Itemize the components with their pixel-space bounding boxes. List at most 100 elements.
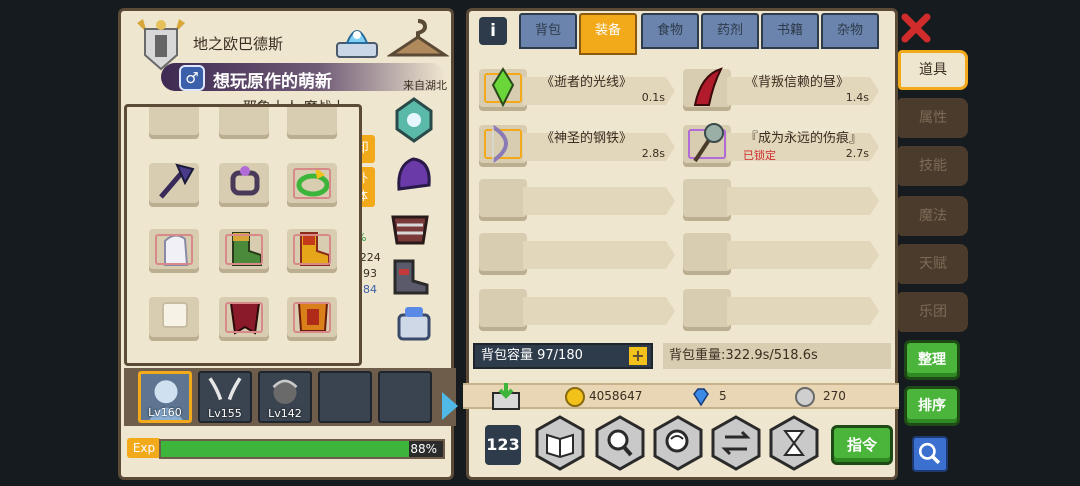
equip-slot-ring[interactable] [219, 163, 269, 207]
empty-item-slot[interactable] [479, 179, 675, 221]
silver-coin-icon [795, 387, 815, 407]
empty-item-slot[interactable] [683, 289, 879, 331]
equip-slot-cape[interactable] [219, 297, 269, 341]
empty-item-slot[interactable] [479, 233, 675, 275]
equip-slot[interactable] [219, 107, 269, 139]
item-bar [727, 297, 879, 325]
tab-potion[interactable]: 药剂 [701, 13, 759, 49]
equip-slot-glove[interactable] [149, 229, 199, 273]
red-claw-icon [687, 65, 727, 109]
item-frame [479, 289, 527, 331]
equip-slot-axe[interactable] [149, 163, 199, 207]
accessory-slot[interactable] [391, 301, 437, 349]
exp-label: Exp [127, 438, 161, 458]
party-member-level: Lv160 [148, 406, 182, 419]
equip-slot-gold-boot[interactable] [287, 229, 337, 273]
side-tab-items[interactable]: 道具 [898, 50, 968, 90]
item-locked-label: 已锁定 [743, 149, 776, 162]
side-tab-band[interactable]: 乐团 [898, 292, 968, 332]
player-name: 想玩原作的萌新 [213, 72, 332, 92]
empty-item-slot[interactable] [683, 179, 879, 221]
inventory-item[interactable]: 《神圣的钢铁》 2.8s [479, 125, 675, 167]
party-members-row: Lv160 Lv155 Lv142 [124, 368, 458, 426]
item-weight: 2.7s [845, 147, 869, 160]
diamond-amount: 5 [719, 389, 727, 403]
side-tab-attributes[interactable]: 属性 [898, 98, 968, 138]
command-button[interactable]: 指令 [831, 425, 893, 465]
equipment-grid-popup [124, 104, 362, 366]
search-item-icon[interactable] [595, 415, 645, 471]
search-alt-icon[interactable] [653, 415, 703, 471]
amulet-slot[interactable] [391, 95, 437, 143]
inventory-panel: i 背包 装备 食物 药剂 书籍 杂物 《逝者的光线》 0.1s 《背叛信赖的昼… [463, 8, 899, 480]
shop-cart-icon[interactable] [489, 381, 523, 413]
tab-misc[interactable]: 杂物 [821, 13, 879, 49]
armor-slot[interactable] [387, 203, 433, 251]
item-weight: 1.4s [845, 91, 869, 104]
item-bar [727, 187, 879, 215]
dark-axe-icon [155, 159, 195, 203]
item-name: 《神圣的钢铁》 [541, 131, 633, 146]
sort-number-button[interactable]: 123 [485, 425, 521, 465]
diamond-icon [691, 387, 711, 407]
gold-coin-icon [565, 387, 585, 407]
party-member-slot-empty[interactable] [378, 371, 432, 423]
party-next-arrow-icon[interactable] [442, 392, 458, 420]
empty-item-slot[interactable] [479, 289, 675, 331]
gold-chest-armor-icon [293, 293, 333, 337]
tab-backpack[interactable]: 背包 [519, 13, 577, 49]
item-weight: 0.1s [641, 91, 665, 104]
info-icon[interactable]: i [479, 17, 507, 45]
character-panel: 地之欧巴德斯 ♂ 想玩原作的萌新 来自湖北 耶鲁士人 魔战士 卸 外 体 度 7… [118, 8, 458, 480]
equip-slot-chest[interactable] [287, 297, 337, 341]
party-member-slot[interactable]: Lv160 [138, 371, 192, 423]
book-icon[interactable] [535, 415, 585, 471]
expand-capacity-button[interactable]: + [629, 347, 647, 365]
party-member-slot[interactable]: Lv155 [198, 371, 252, 423]
hourglass-icon[interactable] [769, 415, 819, 471]
exp-percent: 88% [410, 442, 437, 456]
inventory-item[interactable]: 《背叛信赖的昼》 1.4s [683, 67, 879, 111]
tab-book[interactable]: 书籍 [761, 13, 819, 49]
side-tab-magic[interactable]: 魔法 [898, 196, 968, 236]
party-member-slot-empty[interactable] [318, 371, 372, 423]
equip-slot-empty[interactable] [149, 297, 199, 341]
empty-boots-placeholder-icon [155, 293, 195, 337]
equip-slot[interactable] [149, 107, 199, 139]
arrange-button[interactable]: 整理 [904, 340, 960, 380]
search-icon[interactable] [912, 436, 948, 472]
wardrobe-hanger-icon[interactable] [386, 17, 450, 61]
item-bar [727, 241, 879, 269]
item-frame [683, 289, 731, 331]
sort-button[interactable]: 排序 [904, 386, 960, 426]
bag-capacity-text: 背包容量 97/180 [481, 348, 583, 363]
swap-icon[interactable] [711, 415, 761, 471]
item-frame [683, 233, 731, 275]
party-member-slot[interactable]: Lv142 [258, 371, 312, 423]
side-tab-talent[interactable]: 天赋 [898, 244, 968, 284]
white-glove-icon [155, 225, 195, 269]
inventory-item[interactable]: 『成为永远的伤痕』 已锁定 2.7s [683, 123, 879, 167]
tab-equipment[interactable]: 装备 [579, 13, 637, 55]
item-name: 《背叛信赖的昼》 [745, 75, 850, 90]
party-member-level: Lv142 [268, 407, 302, 420]
tab-food[interactable]: 食物 [641, 13, 699, 49]
mace-icon [687, 121, 727, 165]
equip-slot-boot[interactable] [219, 229, 269, 273]
close-icon[interactable] [900, 12, 932, 44]
item-weight: 2.8s [641, 147, 665, 160]
green-ring-icon [293, 159, 333, 203]
equip-slot-green-ring[interactable] [287, 163, 337, 207]
side-tab-skills[interactable]: 技能 [898, 146, 968, 186]
boots-slot[interactable] [387, 251, 433, 299]
gauntlet-slot[interactable] [391, 149, 437, 197]
empty-item-slot[interactable] [683, 233, 879, 275]
gold-amount: 4058647 [589, 389, 643, 403]
device-icon[interactable] [333, 15, 381, 61]
currency-bar: 4058647 5 270 [463, 383, 899, 410]
inventory-item[interactable]: 《逝者的光线》 0.1s [479, 67, 675, 111]
item-bar [523, 187, 675, 215]
bow-icon [483, 121, 523, 165]
equip-slot[interactable] [287, 107, 337, 139]
red-cape-icon [225, 293, 265, 337]
